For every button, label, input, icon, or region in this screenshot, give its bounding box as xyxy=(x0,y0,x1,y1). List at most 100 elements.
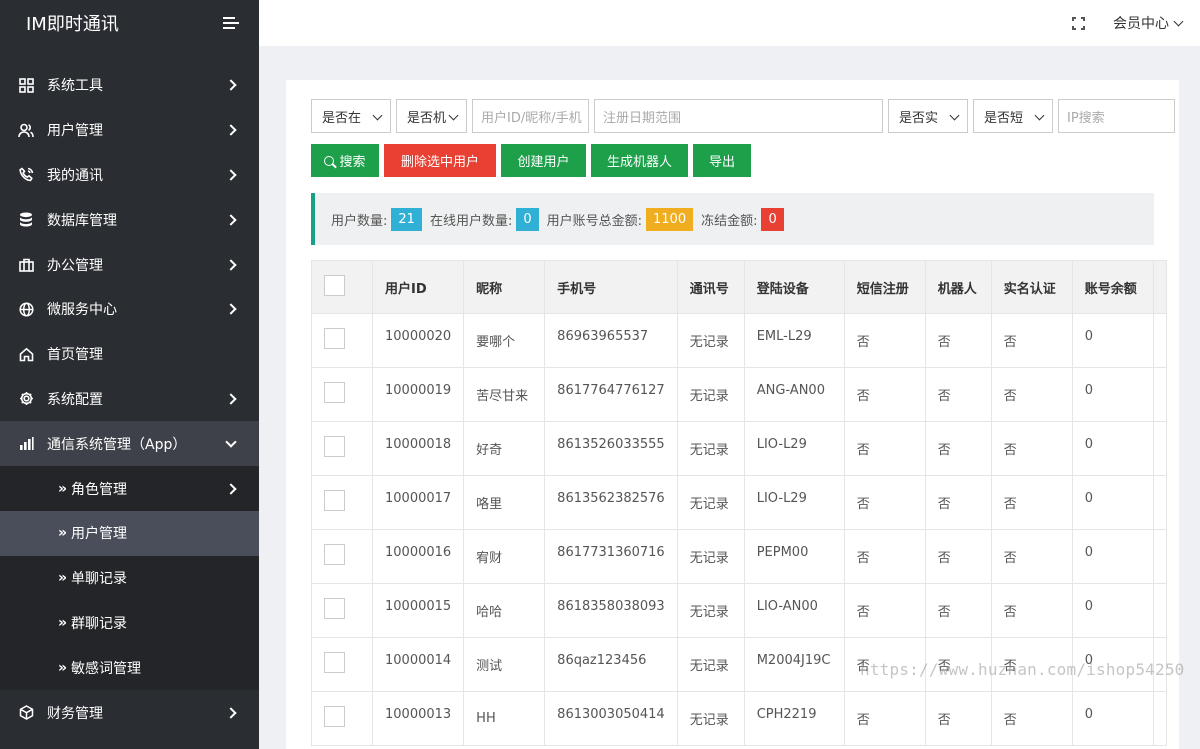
chevron-right-icon xyxy=(225,393,237,405)
table-cell: 否 xyxy=(924,691,992,746)
table-cell: ANG-AN00 xyxy=(743,367,845,422)
chevron-right-icon xyxy=(225,482,237,495)
export-button[interactable]: 导出 xyxy=(693,144,751,177)
table-cell: 无记录 xyxy=(676,583,745,638)
sidebar-item-system-tools[interactable]: 系统工具 xyxy=(0,63,259,108)
sidebar-item-microservice-center[interactable]: 微服务中心 xyxy=(0,287,259,332)
delete-selected-button[interactable]: 删除选中用户 xyxy=(384,144,496,177)
top-bar: 会员中心 xyxy=(259,0,1200,46)
table-cell: 0 xyxy=(1071,421,1154,476)
sidebar-item-label: 首页管理 xyxy=(47,347,103,364)
robot-select[interactable]: 是否机 xyxy=(396,99,467,133)
sidebar-item-office-management[interactable]: 办公管理 xyxy=(0,242,259,287)
grid-icon xyxy=(18,77,34,93)
ip-search-input[interactable]: IP搜索 xyxy=(1058,99,1175,133)
register-date-range-input[interactable]: 注册日期范围 xyxy=(594,99,883,133)
row-checkbox[interactable] xyxy=(324,544,345,565)
table-cell: 否 xyxy=(843,421,926,476)
fullscreen-icon[interactable] xyxy=(1072,16,1085,30)
sidebar-item-comm-system-app[interactable]: 通信系统管理（App） xyxy=(0,421,259,467)
table-cell: 否 xyxy=(990,529,1073,584)
row-checkbox[interactable] xyxy=(324,382,345,403)
submenu-item-single-chat-records[interactable]: » 单聊记录 xyxy=(0,556,259,601)
user-count-badge: 21 xyxy=(391,207,422,231)
column-header[interactable]: 短信注册 xyxy=(843,260,926,314)
column-header[interactable]: 通讯号 xyxy=(676,260,745,314)
phone-icon xyxy=(18,167,34,183)
table-cell: 无记录 xyxy=(676,475,745,530)
row-checkbox[interactable] xyxy=(324,490,345,511)
sidebar-item-system-config[interactable]: 系统配置 xyxy=(0,377,259,422)
submenu-item-sensitive-words[interactable]: » 敏感词管理 xyxy=(0,645,259,690)
row-select-cell xyxy=(311,529,373,584)
table-row[interactable]: 10000015 哈哈 8618358038093 无记录 LIO-AN00 否否否 0 xyxy=(311,583,1167,638)
submenu-item-group-chat-records[interactable]: » 群聊记录 xyxy=(0,601,259,646)
watermark: https://www.huzhan.com/ishop54250 xyxy=(860,660,1185,679)
table-cell: 8617731360716 xyxy=(544,529,678,584)
column-header-overflow xyxy=(1152,260,1167,314)
row-select-cell xyxy=(311,583,373,638)
sms-register-select[interactable]: 是否短 xyxy=(973,99,1053,133)
table-cell: 86qaz123456 xyxy=(544,637,678,692)
table-cell: 否 xyxy=(990,583,1073,638)
table-row[interactable]: 10000018 好奇 8613526033555 无记录 LIO-L29 否否否 0 xyxy=(311,421,1167,476)
table-cell: PEPM00 xyxy=(743,529,845,584)
table-cell: 无记录 xyxy=(676,529,745,584)
sidebar-item-user-management[interactable]: 用户管理 xyxy=(0,108,259,153)
users-icon xyxy=(18,122,34,138)
table-row[interactable]: 10000019 苦尽甘来 8617764776127 无记录 ANG-AN00 否否否 0 xyxy=(311,367,1167,422)
table-row[interactable]: 10000016 宥财 8617731360716 无记录 PEPM00 否否否 0 xyxy=(311,529,1167,584)
member-center-label: 会员中心 xyxy=(1113,16,1169,32)
table-cell: 否 xyxy=(843,583,926,638)
sidebar-item-my-communication[interactable]: 我的通讯 xyxy=(0,153,259,198)
online-status-select[interactable]: 是否在 xyxy=(311,99,391,133)
table-row[interactable]: 10000013 HH 8613003050414 无记录 CPH2219 否否否 0 xyxy=(311,691,1167,746)
sidebar-item-finance-management[interactable]: 财务管理 xyxy=(0,690,259,735)
column-header[interactable]: 实名认证 xyxy=(990,260,1073,314)
row-checkbox[interactable] xyxy=(324,652,345,673)
table-cell: 否 xyxy=(843,475,926,530)
member-center-dropdown[interactable]: 会员中心 xyxy=(1113,13,1184,33)
table-cell: 否 xyxy=(990,475,1073,530)
table-row[interactable]: 10000017 咯里 8613562382576 无记录 LIO-L29 否否否 0 xyxy=(311,475,1167,530)
sidebar-item-database-management[interactable]: 数据库管理 xyxy=(0,197,259,242)
select-all-checkbox[interactable] xyxy=(324,274,345,296)
table-cell: LIO-L29 xyxy=(743,421,845,476)
table-cell: CPH2219 xyxy=(743,691,845,746)
table-cell: 10000014 xyxy=(371,637,465,692)
column-header[interactable]: 机器人 xyxy=(924,260,992,314)
submenu-item-label: 群聊记录 xyxy=(71,615,128,632)
row-checkbox[interactable] xyxy=(324,436,345,457)
cube-icon xyxy=(18,705,34,721)
table-cell: 0 xyxy=(1071,691,1154,746)
table-row[interactable]: 10000020 要哪个 86963965537 无记录 EML-L29 否否否 0 xyxy=(311,313,1167,368)
create-user-button[interactable]: 创建用户 xyxy=(501,144,586,177)
user-search-input[interactable]: 用户ID/昵称/手机 xyxy=(472,99,589,133)
table-cell: 10000019 xyxy=(371,367,465,422)
column-header[interactable]: 昵称 xyxy=(463,260,546,314)
column-header[interactable]: 手机号 xyxy=(544,260,678,314)
row-checkbox[interactable] xyxy=(324,706,345,727)
column-header[interactable]: 账号余额 xyxy=(1071,260,1154,314)
column-header[interactable]: 登陆设备 xyxy=(743,260,845,314)
gear-icon xyxy=(18,391,34,407)
menu-toggle-icon[interactable] xyxy=(223,17,239,29)
column-header[interactable]: 用户ID xyxy=(371,260,465,314)
chevron-down-icon xyxy=(1173,16,1184,26)
action-buttons: 搜索 删除选中用户 创建用户 生成机器人 导出 xyxy=(311,144,756,177)
brand-header: IM即时通讯 xyxy=(0,0,259,46)
generate-robot-button[interactable]: 生成机器人 xyxy=(591,144,688,177)
table-cell: 10000017 xyxy=(371,475,465,530)
real-name-select[interactable]: 是否实 xyxy=(888,99,968,133)
submenu-item-user-management[interactable]: » 用户管理 xyxy=(0,510,259,556)
submenu-item-role-management[interactable]: » 角色管理 xyxy=(0,466,259,511)
table-cell: 否 xyxy=(924,313,992,368)
double-chevron-icon: » xyxy=(58,525,67,542)
sidebar-item-homepage-management[interactable]: 首页管理 xyxy=(0,332,259,377)
chevron-right-icon xyxy=(225,79,237,92)
sidebar-item-label: 微服务中心 xyxy=(47,302,117,319)
search-button[interactable]: 搜索 xyxy=(311,144,379,177)
row-checkbox[interactable] xyxy=(324,598,345,619)
row-checkbox[interactable] xyxy=(324,328,345,349)
chevron-right-icon xyxy=(225,706,237,719)
